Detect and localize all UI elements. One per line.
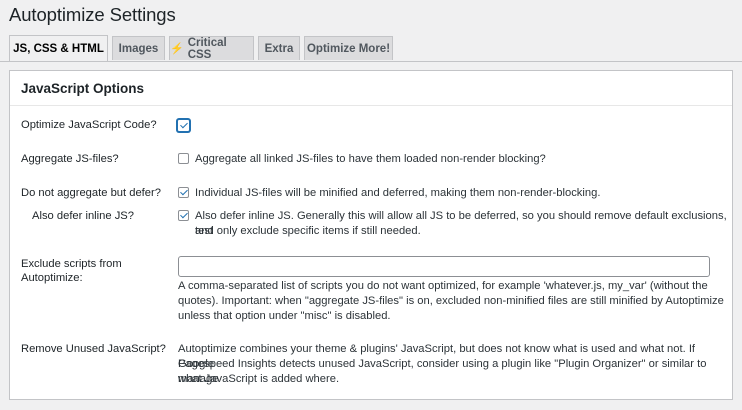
- settings-tabs: JS, CSS & HTML Images ⚡ Critical CSS Ext…: [9, 35, 742, 61]
- unused-js-description-line3: what JavaScript is added where.: [178, 373, 340, 385]
- section-divider: [10, 105, 732, 106]
- tabs-divider: [0, 61, 742, 62]
- tab-label: Critical CSS: [187, 36, 227, 61]
- settings-panel: JavaScript Options Optimize JavaScript C…: [9, 70, 733, 400]
- tab-label: Extra: [264, 42, 294, 55]
- tab-label: Optimize More!: [306, 42, 391, 55]
- defer-inline-description-line2: and only exclude specific items if still…: [195, 225, 421, 237]
- aggregate-js-checkbox[interactable]: [178, 153, 189, 164]
- optimize-js-checkbox[interactable]: [177, 119, 190, 132]
- defer-label: Do not aggregate but defer?: [21, 187, 161, 199]
- unused-js-label: Remove Unused JavaScript?: [21, 343, 166, 355]
- page-title: Autoptimize Settings: [9, 4, 176, 25]
- exclude-label-line2: Autoptimize:: [21, 272, 83, 284]
- aggregate-js-label: Aggregate JS-files?: [21, 153, 119, 165]
- section-title: JavaScript Options: [21, 81, 145, 96]
- defer-inline-checkbox[interactable]: [178, 210, 189, 221]
- lightning-bolt-icon: ⚡: [170, 43, 184, 55]
- tab-images[interactable]: Images: [112, 36, 165, 60]
- tab-optimize-more[interactable]: Optimize More!: [304, 36, 393, 60]
- optimize-js-label: Optimize JavaScript Code?: [21, 119, 157, 131]
- tab-critical-css[interactable]: ⚡ Critical CSS: [169, 36, 254, 61]
- aggregate-js-description: Aggregate all linked JS-files to have th…: [195, 153, 546, 165]
- exclude-label-line1: Exclude scripts from: [21, 258, 122, 270]
- exclude-description-line1: A comma-separated list of scripts you do…: [178, 280, 708, 292]
- tab-label: Images: [118, 42, 159, 55]
- tab-label: JS, CSS & HTML: [13, 42, 104, 55]
- exclude-description-line3: unless that option under "misc" is disab…: [178, 310, 391, 322]
- defer-description: Individual JS-files will be minified and…: [195, 187, 601, 199]
- tab-js-css-html[interactable]: JS, CSS & HTML: [9, 35, 108, 61]
- defer-inline-label: Also defer inline JS?: [32, 210, 134, 222]
- exclude-description-line2: quotes). Important: when "aggregate JS-f…: [178, 295, 724, 307]
- tab-extra[interactable]: Extra: [258, 36, 300, 60]
- exclude-scripts-input[interactable]: [178, 256, 710, 277]
- defer-checkbox[interactable]: [178, 187, 189, 198]
